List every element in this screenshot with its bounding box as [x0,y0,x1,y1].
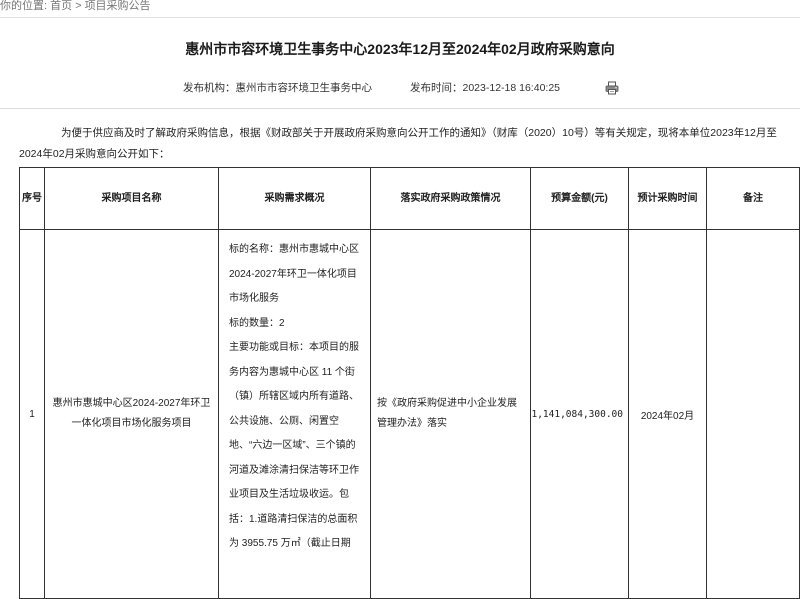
requirement-line: 标的名称：惠州市惠城中心区2024-2027年环卫一体化项目市场化服务 [229,244,359,304]
publish-time-label: 发布时间：2023-12-18 16:40:25 [410,82,560,94]
header-requirement: 采购需求概况 [218,167,371,230]
breadcrumb-current-link[interactable]: 项目采购公告 [85,0,151,12]
cell-policy: 按《政府采购促进中小企业发展管理办法》落实 [370,229,531,599]
cell-seq: 1 [19,229,45,599]
header-seq: 序号 [19,167,45,230]
breadcrumb-divider [0,17,800,18]
meta-divider [0,108,800,109]
page-title: 惠州市市容环境卫生事务中心2023年12月至2024年02月政府采购意向 [185,41,615,57]
procurement-table: 序号 采购项目名称 采购需求概况 落实政府采购政策情况 预算金额(元) 预计采购… [19,167,800,599]
requirement-line: 主要功能或目标：本项目的服务内容为惠城中心区 11 个街（镇）所辖区域内所有道路… [229,342,359,549]
table-header-row: 序号 采购项目名称 采购需求概况 落实政府采购政策情况 预算金额(元) 预计采购… [19,167,800,230]
header-name: 采购项目名称 [44,167,219,230]
requirement-line: 标的数量：2 [229,317,285,329]
cell-budget: 1,141,084,300.00 [530,229,629,599]
breadcrumb: 你的位置: 首页 > 项目采购公告 [0,0,151,12]
header-remark: 备注 [706,167,800,230]
cell-requirement: 标的名称：惠州市惠城中心区2024-2027年环卫一体化项目市场化服务 标的数量… [218,229,371,599]
breadcrumb-home-link[interactable]: 首页 [50,0,72,12]
cell-name: 惠州市惠城中心区2024-2027年环卫一体化项目市场化服务项目 [44,229,219,599]
intro-text: 为便于供应商及时了解政府采购信息，根据《财政部关于开展政府采购意向公开工作的通知… [19,127,777,160]
cell-time: 2024年02月 [628,229,707,599]
header-time: 预计采购时间 [628,167,707,230]
publisher-label: 发布机构：惠州市市容环境卫生事务中心 [183,82,372,94]
header-policy: 落实政府采购政策情况 [370,167,531,230]
breadcrumb-separator: > [75,0,82,12]
printer-icon[interactable] [605,81,619,95]
breadcrumb-prefix: 你的位置: [0,0,48,12]
header-budget: 预算金额(元) [530,167,629,230]
cell-remark [706,229,800,599]
intro-paragraph: 为便于供应商及时了解政府采购信息，根据《财政部关于开展政府采购意向公开工作的通知… [19,123,790,165]
table-row: 1 惠州市惠城中心区2024-2027年环卫一体化项目市场化服务项目 标的名称：… [19,229,800,599]
